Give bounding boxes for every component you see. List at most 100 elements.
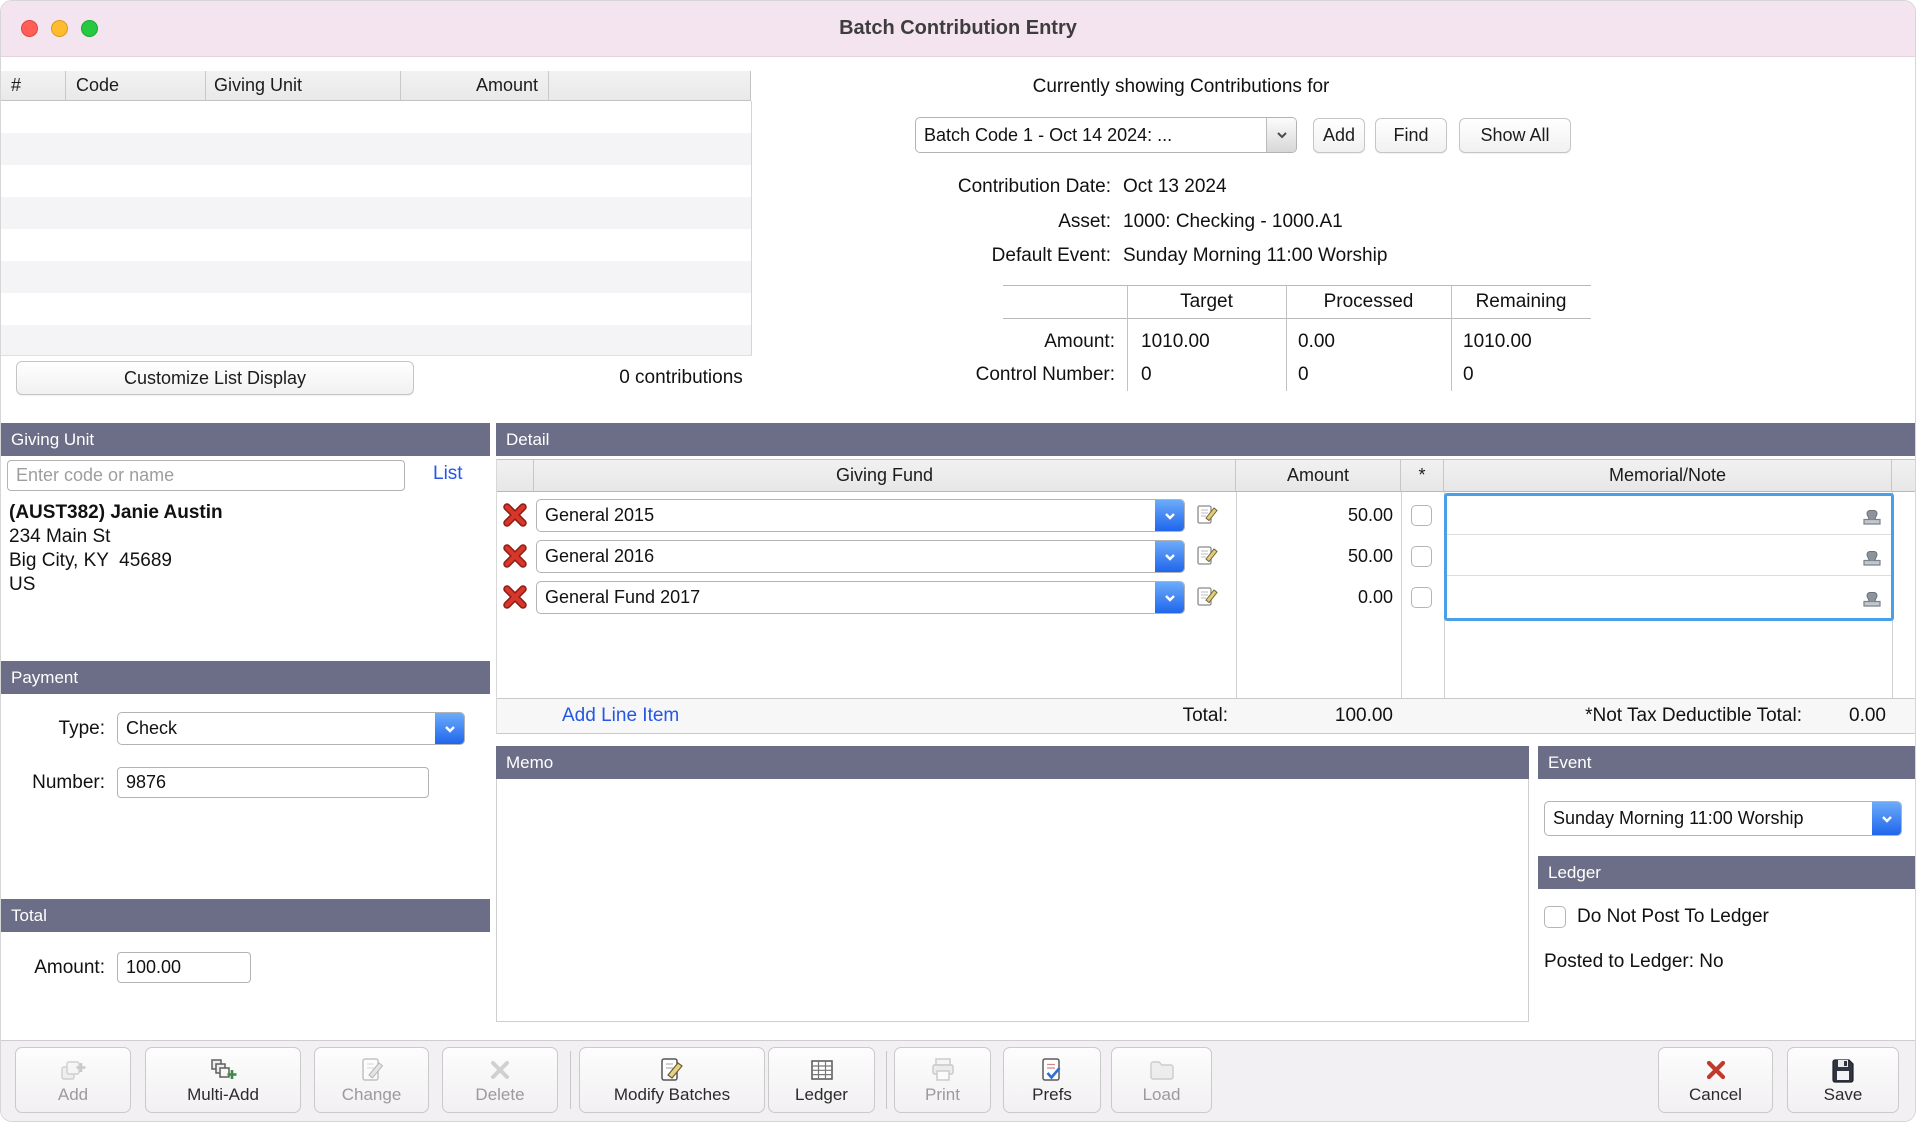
line-amount[interactable]: 50.00 (1241, 536, 1393, 577)
not-tax-deductible-checkbox[interactable] (1411, 587, 1432, 608)
detail-row: General Fund 2017 0.00 (497, 577, 1916, 618)
detail-column-header-star: * (1401, 459, 1444, 492)
contribution-date-value: Oct 13 2024 (1123, 173, 1227, 201)
summary-control-remaining: 0 (1463, 361, 1474, 389)
detail-row: General 2015 50.00 (497, 495, 1916, 536)
giving-fund-select[interactable]: General 2015 (536, 499, 1185, 532)
column-header-amount: Amount (401, 71, 549, 101)
toolbar-cancel-button[interactable]: Cancel (1658, 1047, 1773, 1113)
contribution-list-header: # Code Giving Unit Amount (1, 71, 751, 101)
batch-contribution-entry-window: Batch Contribution Entry # Code Giving U… (0, 0, 1916, 1122)
divider (1003, 285, 1591, 286)
toolbar-change-button[interactable]: Change (314, 1047, 429, 1113)
prefs-icon (1038, 1056, 1066, 1084)
giving-fund-select[interactable]: General Fund 2017 (536, 581, 1185, 614)
delete-row-icon[interactable] (502, 584, 528, 615)
detail-total-value: 100.00 (1241, 699, 1393, 733)
zoom-window-button[interactable] (81, 20, 98, 37)
toolbar-load-button[interactable]: Load (1111, 1047, 1212, 1113)
memo-textarea[interactable] (496, 779, 1529, 1022)
detail-column-header-delete (497, 459, 534, 492)
line-amount[interactable]: 50.00 (1241, 495, 1393, 536)
contribution-date-label: Contribution Date: (761, 173, 1111, 201)
giving-fund-value: General Fund 2017 (537, 582, 1155, 613)
add-icon (59, 1056, 87, 1084)
toolbar-prefs-button[interactable]: Prefs (1003, 1047, 1101, 1113)
not-tax-deductible-checkbox[interactable] (1411, 546, 1432, 567)
giving-unit-list-link[interactable]: List (433, 463, 463, 485)
do-not-post-checkbox[interactable] (1544, 906, 1566, 928)
payment-section-header: Payment (1, 661, 490, 694)
delete-row-icon[interactable] (502, 502, 528, 533)
batch-select[interactable]: Batch Code 1 - Oct 14 2024: ... (915, 117, 1297, 153)
line-amount[interactable]: 0.00 (1241, 577, 1393, 618)
giving-unit-search-input[interactable] (7, 460, 405, 491)
batch-find-button[interactable]: Find (1375, 118, 1447, 153)
minimize-window-button[interactable] (51, 20, 68, 37)
giving-unit-name: (AUST382) Janie Austin (9, 501, 223, 525)
edit-fund-note-icon[interactable] (1195, 502, 1221, 533)
giving-fund-value: General 2016 (537, 541, 1155, 572)
title-bar: Batch Contribution Entry (1, 1, 1915, 57)
giving-fund-select[interactable]: General 2016 (536, 540, 1185, 573)
payment-type-label: Type: (1, 712, 105, 745)
payment-number-input[interactable] (117, 767, 429, 798)
delete-icon (486, 1056, 514, 1084)
add-line-item-link[interactable]: Add Line Item (562, 699, 679, 733)
close-window-button[interactable] (21, 20, 38, 37)
summary-col-remaining: Remaining (1451, 288, 1591, 316)
column-header-giving-unit: Giving Unit (206, 71, 401, 101)
posted-to-ledger-text: Posted to Ledger: No (1544, 949, 1724, 975)
print-icon (929, 1056, 957, 1084)
toolbar-save-button[interactable]: Save (1787, 1047, 1899, 1113)
memorial-stamp-icon[interactable] (1860, 545, 1884, 574)
chevron-down-icon (1872, 802, 1901, 835)
toolbar-multi-add-button[interactable]: Multi-Add (145, 1047, 301, 1113)
not-tax-deductible-checkbox[interactable] (1411, 505, 1432, 526)
window-title: Batch Contribution Entry (839, 17, 1077, 40)
memorial-stamp-icon[interactable] (1860, 586, 1884, 615)
total-amount-input[interactable] (117, 952, 251, 983)
customize-list-display-button[interactable]: Customize List Display (16, 361, 414, 395)
detail-table-footer: Add Line Item Total: 100.00 *Not Tax Ded… (497, 698, 1916, 734)
detail-column-header-memorial: Memorial/Note (1444, 459, 1892, 492)
memorial-note-field[interactable] (1449, 538, 1849, 575)
default-event-label: Default Event: (761, 242, 1111, 270)
batch-show-all-button[interactable]: Show All (1459, 118, 1571, 153)
detail-total-label: Total: (1036, 699, 1228, 733)
toolbar-ledger-button[interactable]: Ledger (768, 1047, 875, 1113)
contribution-list-body[interactable] (1, 101, 752, 356)
toolbar-add-button[interactable]: Add (15, 1047, 131, 1113)
summary-control-processed: 0 (1298, 361, 1309, 389)
toolbar-modify-batches-button[interactable]: Modify Batches (579, 1047, 765, 1113)
event-select[interactable]: Sunday Morning 11:00 Worship (1544, 801, 1902, 836)
modify-batches-icon (658, 1056, 686, 1084)
total-section-header: Total (1, 899, 490, 932)
memorial-note-field[interactable] (1449, 497, 1849, 534)
event-select-value: Sunday Morning 11:00 Worship (1545, 802, 1872, 835)
toolbar-print-button[interactable]: Print (894, 1047, 991, 1113)
batch-add-button[interactable]: Add (1313, 118, 1365, 153)
total-amount-label: Amount: (1, 952, 105, 983)
memorial-note-field[interactable] (1449, 579, 1849, 616)
summary-control-label: Control Number: (771, 361, 1115, 389)
payment-type-select[interactable]: Check (117, 712, 465, 745)
payment-type-value: Check (118, 713, 435, 744)
save-icon (1829, 1056, 1857, 1084)
edit-fund-note-icon[interactable] (1195, 543, 1221, 574)
asset-label: Asset: (761, 208, 1111, 236)
summary-amount-remaining: 1010.00 (1463, 328, 1532, 356)
edit-fund-note-icon[interactable] (1195, 584, 1221, 615)
toolbar-delete-button[interactable]: Delete (442, 1047, 558, 1113)
delete-row-icon[interactable] (502, 543, 528, 574)
giving-fund-value: General 2015 (537, 500, 1155, 531)
memorial-stamp-icon[interactable] (1860, 504, 1884, 533)
toolbar-divider (570, 1051, 571, 1109)
memo-section-header: Memo (496, 746, 1529, 779)
giving-unit-section-header: Giving Unit (1, 423, 490, 456)
chevron-down-icon (1266, 118, 1296, 152)
default-event-value: Sunday Morning 11:00 Worship (1123, 242, 1387, 270)
do-not-post-label: Do Not Post To Ledger (1577, 904, 1769, 930)
toolbar-divider (886, 1051, 887, 1109)
giving-unit-address-1: 234 Main St (9, 525, 223, 549)
